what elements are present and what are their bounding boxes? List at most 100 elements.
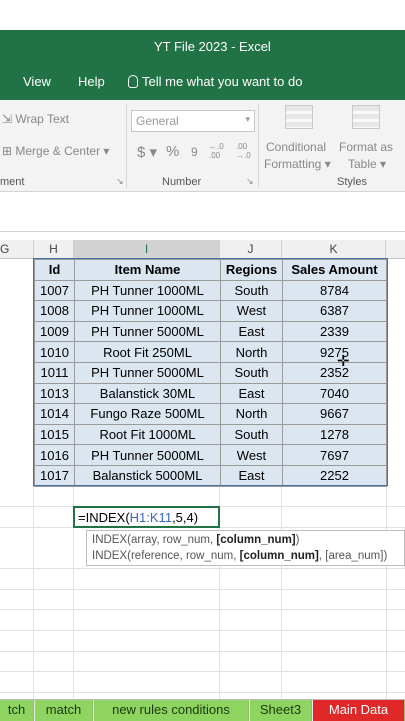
cell-item-name[interactable]: PH Tunner 5000ML: [74, 444, 221, 466]
column-header-h[interactable]: H: [34, 240, 74, 259]
cell-region[interactable]: West: [220, 444, 283, 466]
cell-id[interactable]: 1011: [34, 361, 75, 384]
cell-id[interactable]: 1017: [34, 464, 75, 487]
title-bar: YT File 2023 - Excel: [0, 30, 405, 62]
cell-sales-amount[interactable]: 1278: [282, 423, 387, 446]
cell-sales-amount[interactable]: 7040: [282, 382, 387, 405]
table-row: 1016 PH Tunner 5000ML West 7697: [34, 444, 387, 466]
cell-region[interactable]: West: [220, 300, 283, 322]
cell-region[interactable]: South: [220, 361, 283, 384]
table-row: 1008 PH Tunner 1000ML West 6387: [34, 300, 387, 322]
alignment-group-label: ment: [0, 176, 25, 188]
cell-id[interactable]: 1010: [34, 341, 75, 363]
cell-id[interactable]: 1009: [34, 320, 75, 343]
merge-center-button[interactable]: ⊞ Merge & Center ▾: [2, 144, 109, 158]
header-id[interactable]: Id: [34, 259, 75, 281]
sheet-tab-match[interactable]: match: [35, 700, 93, 721]
cell-sales-amount[interactable]: 6387: [282, 300, 387, 322]
ribbon-divider: [258, 104, 259, 188]
number-format-value: General: [136, 114, 179, 128]
cell-region[interactable]: South: [220, 423, 283, 446]
lightbulb-icon: [128, 75, 138, 88]
cell-item-name[interactable]: Root Fit 1000ML: [74, 423, 221, 446]
cell-region[interactable]: East: [220, 464, 283, 487]
formula-suffix: ,5,4): [172, 510, 199, 525]
number-format-dropdown[interactable]: General ▾: [131, 110, 255, 132]
format-as-table-button[interactable]: Format as: [339, 140, 393, 154]
cell-sales-amount[interactable]: 2252: [282, 464, 387, 487]
cell-item-name[interactable]: Fungo Raze 500ML: [74, 403, 221, 425]
menu-view[interactable]: View: [23, 74, 51, 89]
cell-region[interactable]: North: [220, 341, 283, 363]
sheet-tab-main-data[interactable]: Main Data: [313, 700, 405, 721]
formula-range-ref: H1:K11: [129, 510, 173, 525]
column-headers: G H I J K: [0, 240, 405, 259]
column-header-i[interactable]: I: [74, 240, 220, 259]
column-header-g[interactable]: G: [0, 240, 34, 259]
window-title: YT File 2023 - Excel: [154, 39, 271, 54]
table-row: 1007 PH Tunner 1000ML South 8784: [34, 279, 387, 302]
increase-decimal-button[interactable]: ←.0 .00: [209, 142, 231, 160]
cell-item-name[interactable]: Root Fit 250ML: [74, 341, 221, 363]
menu-help[interactable]: Help: [78, 74, 105, 89]
cell-id[interactable]: 1007: [34, 279, 75, 302]
column-header-j[interactable]: J: [220, 240, 282, 259]
table-row: 1015 Root Fit 1000ML South 1278: [34, 423, 387, 446]
table-row: 1013 Balanstick 30ML East 7040: [34, 382, 387, 405]
cell-region[interactable]: South: [220, 279, 283, 302]
decrease-decimal-button[interactable]: .00 →.0: [236, 142, 258, 160]
cell-id[interactable]: 1013: [34, 382, 75, 405]
conditional-formatting-icon: [285, 105, 313, 129]
cell-item-name[interactable]: Balanstick 30ML: [74, 382, 221, 405]
formula-prefix: =INDEX(: [78, 510, 130, 525]
cell-id[interactable]: 1016: [34, 444, 75, 466]
percent-button[interactable]: %: [166, 143, 179, 160]
cell-sales-amount[interactable]: 8784: [282, 279, 387, 302]
cell-id[interactable]: 1014: [34, 403, 75, 425]
cell-sales-amount[interactable]: 2339: [282, 320, 387, 343]
format-as-table-icon: [352, 105, 380, 129]
tell-me-search[interactable]: Tell me what you want to do: [128, 74, 302, 89]
top-blank-area: [0, 0, 405, 30]
header-regions[interactable]: Regions: [220, 259, 283, 281]
dialog-launcher-icon[interactable]: ↘: [246, 176, 254, 187]
cell-id[interactable]: 1008: [34, 300, 75, 322]
cell-sales-amount[interactable]: 7697: [282, 444, 387, 466]
sheet-tab-sheet3[interactable]: Sheet3: [250, 700, 312, 721]
cell-id[interactable]: 1015: [34, 423, 75, 446]
header-item-name[interactable]: Item Name: [74, 259, 221, 281]
table-row: 1017 Balanstick 5000ML East 2252: [34, 464, 387, 487]
table-row: 1014 Fungo Raze 500ML North 9667: [34, 403, 387, 425]
cell-item-name[interactable]: PH Tunner 1000ML: [74, 279, 221, 302]
conditional-formatting-button[interactable]: Conditional: [266, 140, 326, 154]
sheet-tab-new-rules-conditions[interactable]: new rules conditions: [94, 700, 249, 721]
sheet-tab-tch[interactable]: tch: [0, 700, 34, 721]
cell-region[interactable]: North: [220, 403, 283, 425]
wrap-text-button[interactable]: ⇲ Wrap Text: [2, 112, 69, 126]
dialog-launcher-icon[interactable]: ↘: [116, 176, 124, 187]
menu-bar: View Help Tell me what you want to do: [0, 62, 405, 100]
styles-group-label: Styles: [337, 176, 367, 188]
cell-item-name[interactable]: PH Tunner 5000ML: [74, 320, 221, 343]
currency-button[interactable]: $ ▾: [137, 143, 157, 161]
column-header-k[interactable]: K: [282, 240, 386, 259]
cell-sales-amount[interactable]: 9275: [282, 341, 387, 363]
gridline: [0, 568, 405, 569]
cell-region[interactable]: East: [220, 382, 283, 405]
comma-button[interactable]: 9: [191, 145, 198, 159]
formula-bar[interactable]: [0, 192, 405, 232]
signature-array-form[interactable]: INDEX(array, row_num, [column_num]): [92, 532, 399, 548]
ribbon: ⇲ Wrap Text ⊞ Merge & Center ▾ ment ↘ Ge…: [0, 100, 405, 192]
cell-region[interactable]: East: [220, 320, 283, 343]
signature-reference-form[interactable]: INDEX(reference, row_num, [column_num], …: [92, 548, 399, 564]
ribbon-divider: [126, 104, 127, 188]
cell-item-name[interactable]: PH Tunner 5000ML: [74, 361, 221, 384]
cell-item-name[interactable]: Balanstick 5000ML: [74, 464, 221, 487]
cell-item-name[interactable]: PH Tunner 1000ML: [74, 300, 221, 322]
cell-sales-amount[interactable]: 9667: [282, 403, 387, 425]
header-sales-amount[interactable]: Sales Amount: [282, 259, 387, 281]
function-signature-tooltip: INDEX(array, row_num, [column_num]) INDE…: [86, 530, 405, 566]
formula-cell-editor[interactable]: =INDEX(H1:K11,5,4): [73, 506, 220, 528]
cell-sales-amount[interactable]: 2352: [282, 361, 387, 384]
table-row: 1011 PH Tunner 5000ML South 2352: [34, 361, 387, 384]
